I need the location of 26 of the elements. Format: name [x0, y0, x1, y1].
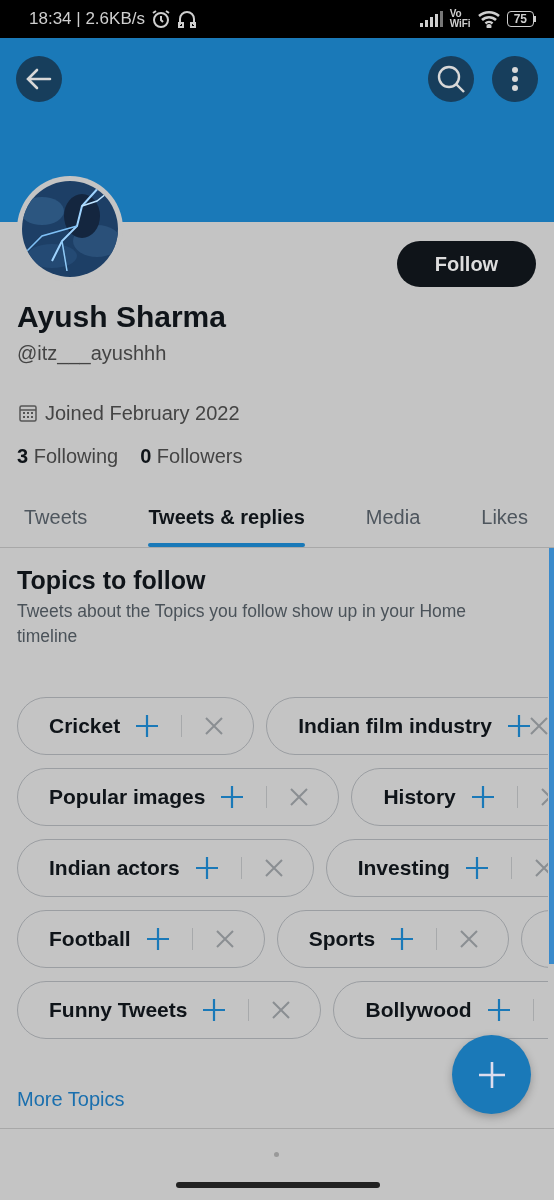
- topic-label: Popular images: [49, 785, 206, 809]
- followers-count[interactable]: 0 Followers: [140, 444, 243, 468]
- section-subtitle: Tweets about the Topics you follow show up in your Home timeline: [17, 600, 468, 648]
- wifi-label: WiFi: [449, 19, 471, 29]
- profile-tab[interactable]: Tweets: [24, 492, 88, 547]
- section-title: Topics to follow: [17, 565, 207, 595]
- topic-label: History: [383, 785, 456, 809]
- joined-date: Joined February 2022: [45, 401, 240, 425]
- status-time: 18:34 | 2.6KB/s: [29, 9, 145, 29]
- profile-tab[interactable]: Media: [365, 492, 421, 547]
- topic-label: Indian actors: [49, 856, 180, 880]
- topic-label: Bollywood: [365, 998, 472, 1022]
- follow-button[interactable]: Follow: [397, 241, 536, 287]
- profile-handle: @itz___ayushhh: [17, 341, 168, 365]
- topic-label: Cricket: [49, 714, 121, 738]
- topic-label: Funny Tweets: [49, 998, 188, 1022]
- topic-label: Football: [49, 927, 131, 951]
- following-count[interactable]: 3 Following: [17, 444, 119, 468]
- profile-name: Ayush Sharma: [17, 300, 227, 334]
- profile-tab[interactable]: Tweets & replies: [148, 492, 305, 547]
- topic-label: Investing: [357, 856, 450, 880]
- battery-icon: 75: [506, 11, 536, 27]
- vo-label: Vo: [449, 9, 463, 19]
- topic-label: Indian film industry: [298, 714, 492, 738]
- topic-label: Sports: [308, 927, 376, 951]
- profile-tab[interactable]: Likes: [481, 492, 528, 547]
